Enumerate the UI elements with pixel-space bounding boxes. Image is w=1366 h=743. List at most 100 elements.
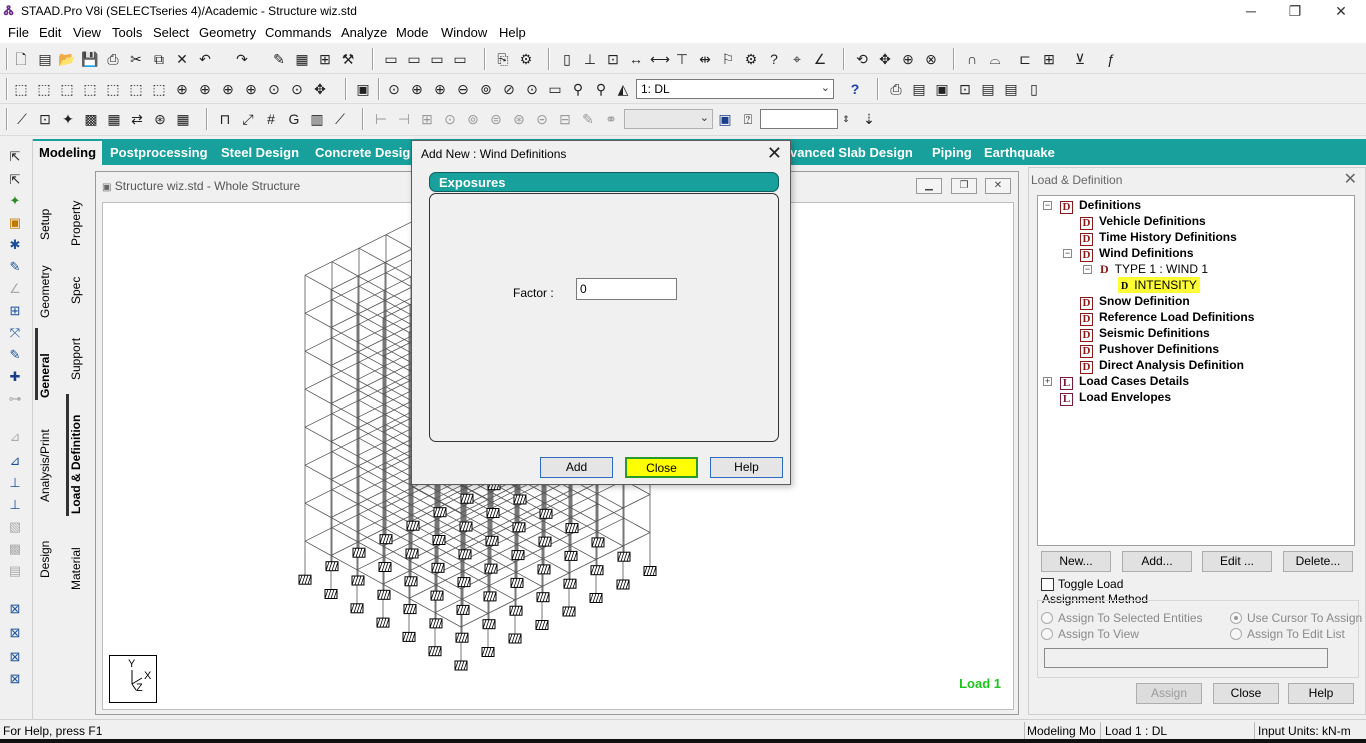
dialog-close-icon[interactable]: ✕ bbox=[767, 143, 782, 164]
tab-steel-design[interactable]: Steel Design bbox=[215, 141, 305, 165]
exposures-header[interactable]: Exposures bbox=[429, 172, 779, 192]
view-iso-icon[interactable]: ⬚ bbox=[150, 80, 168, 98]
assign-button[interactable]: Assign bbox=[1136, 683, 1202, 704]
new-file-icon[interactable]: 🗋 bbox=[12, 50, 30, 68]
tree-load-cases[interactable]: L Load Cases Details bbox=[1060, 373, 1189, 390]
tab-postprocessing[interactable]: Postprocessing bbox=[104, 141, 214, 165]
vtab-load-definition[interactable]: Load & Definition bbox=[69, 394, 89, 514]
tree-vehicle[interactable]: D Vehicle Definitions bbox=[1080, 213, 1206, 230]
expand-load-cases-icon[interactable]: + bbox=[1043, 377, 1052, 386]
filter-icon[interactable]: ⊻ bbox=[1071, 50, 1089, 68]
select-all-icon[interactable]: ▦ bbox=[105, 110, 123, 128]
load-case-select[interactable]: 1: DL ⌄ bbox=[636, 79, 834, 99]
zoom-out-icon[interactable]: ⊖ bbox=[454, 80, 472, 98]
zoom-in-icon[interactable]: ⊕ bbox=[431, 80, 449, 98]
page-setup-icon[interactable]: ▯ bbox=[558, 50, 576, 68]
tag-tool-icon[interactable]: ⊠ bbox=[6, 649, 24, 667]
add-beam-icon[interactable]: ⤢ bbox=[239, 110, 257, 128]
split-icon[interactable]: ⊶ bbox=[6, 391, 24, 409]
zoom-window-icon[interactable]: ⊙ bbox=[385, 80, 403, 98]
plate-add-icon[interactable]: ▥ bbox=[308, 110, 326, 128]
delete-button[interactable]: Delete... bbox=[1283, 551, 1353, 572]
clipboard-icon[interactable]: ⎘ bbox=[494, 50, 512, 68]
cursor-beam-icon[interactable]: ⇱ bbox=[6, 172, 24, 190]
cut-icon[interactable]: ✂ bbox=[127, 50, 145, 68]
tree-intensity[interactable]: D INTENSITY bbox=[1118, 277, 1200, 293]
tab-modeling[interactable]: Modeling bbox=[33, 141, 103, 165]
graph-icon[interactable]: ⊢ bbox=[372, 110, 390, 128]
contour-icon[interactable]: ⊟ bbox=[556, 110, 574, 128]
tab-earthquake[interactable]: Earthquake bbox=[978, 141, 1061, 165]
add-node-icon[interactable]: ✚ bbox=[6, 369, 24, 387]
tree-definitions[interactable]: D Definitions bbox=[1060, 197, 1141, 214]
report-save-icon[interactable]: ▭ bbox=[428, 50, 446, 68]
whats-this-icon[interactable]: ? bbox=[765, 50, 783, 68]
snap-node-icon[interactable]: ⊓ bbox=[216, 110, 234, 128]
zoom-icon[interactable]: ⊕ bbox=[899, 50, 917, 68]
panel-close-button[interactable]: Close bbox=[1213, 683, 1279, 704]
menu-file[interactable]: File bbox=[8, 25, 29, 40]
spin-right-icon[interactable]: ⊙ bbox=[288, 80, 306, 98]
help-box-icon[interactable]: ⍰ bbox=[739, 110, 757, 128]
cursor-bridge-icon[interactable]: ⌓ bbox=[986, 50, 1004, 68]
moment-icon[interactable]: ⊞ bbox=[418, 110, 436, 128]
link-icon[interactable]: ⚭ bbox=[602, 110, 620, 128]
assign-selected-radio[interactable] bbox=[1041, 612, 1053, 624]
tree-seismic[interactable]: D Seismic Definitions bbox=[1080, 325, 1210, 342]
pan-view-icon[interactable]: ▭ bbox=[546, 80, 564, 98]
vtab-support[interactable]: Support bbox=[69, 320, 89, 380]
report-print-icon[interactable]: ▭ bbox=[451, 50, 469, 68]
property-tool-icon[interactable]: ▩ bbox=[6, 541, 24, 559]
close-window-button[interactable]: ✕ bbox=[1318, 0, 1364, 22]
scale-input[interactable] bbox=[760, 109, 838, 129]
view-left-icon[interactable]: ⬚ bbox=[58, 80, 76, 98]
vtab-spec[interactable]: Spec bbox=[69, 260, 89, 304]
toggle-load-checkbox[interactable] bbox=[1041, 578, 1054, 591]
vtab-material[interactable]: Material bbox=[69, 526, 89, 590]
new-structure-icon[interactable]: ▤ bbox=[36, 50, 54, 68]
tree-time-history[interactable]: D Time History Definitions bbox=[1080, 229, 1237, 246]
vtab-setup[interactable]: Setup bbox=[38, 180, 58, 240]
cursor-plate-icon[interactable]: ✦ bbox=[6, 193, 24, 211]
rotate-up-icon[interactable]: ⊕ bbox=[173, 80, 191, 98]
close-button[interactable]: Close bbox=[625, 457, 698, 478]
export-icon[interactable]: ▣ bbox=[933, 80, 951, 98]
span-icon[interactable]: ⇹ bbox=[696, 50, 714, 68]
menu-select[interactable]: Select bbox=[153, 25, 189, 40]
zoom-all-icon[interactable]: ⊚ bbox=[477, 80, 495, 98]
animation-icon[interactable]: ⊝ bbox=[533, 110, 551, 128]
page-icon[interactable]: ▯ bbox=[1025, 80, 1043, 98]
new-button[interactable]: New... bbox=[1041, 551, 1111, 572]
select-solid-icon[interactable]: ▩ bbox=[82, 110, 100, 128]
tree-direct[interactable]: D Direct Analysis Definition bbox=[1080, 357, 1244, 374]
cursor-node-icon[interactable]: ⇱ bbox=[6, 149, 24, 167]
edit-input-icon[interactable]: ✎ bbox=[270, 50, 288, 68]
vtab-geometry[interactable]: Geometry bbox=[38, 248, 58, 318]
tree-envelopes[interactable]: L Load Envelopes bbox=[1060, 389, 1171, 406]
zoom-dynamic-icon[interactable]: ⊕ bbox=[408, 80, 426, 98]
settings-icon[interactable]: ⚙ bbox=[517, 50, 535, 68]
help-icon[interactable]: ? bbox=[846, 80, 864, 98]
view-back-icon[interactable]: ⬚ bbox=[35, 80, 53, 98]
undo-icon[interactable]: ↶ bbox=[196, 50, 214, 68]
view-top-icon[interactable]: ⬚ bbox=[104, 80, 122, 98]
pan-icon[interactable]: ✥ bbox=[876, 50, 894, 68]
hammer-icon[interactable]: ⚒ bbox=[339, 50, 357, 68]
select-plate-icon[interactable]: ✦ bbox=[59, 110, 77, 128]
grid-snap-icon[interactable]: # bbox=[262, 110, 280, 128]
snap-tool-icon[interactable]: ✎ bbox=[6, 347, 24, 365]
vtab-property[interactable]: Property bbox=[69, 182, 89, 246]
menu-edit[interactable]: Edit bbox=[39, 25, 61, 40]
mode-shape-icon[interactable]: ⊛ bbox=[510, 110, 528, 128]
load-color-icon[interactable]: ◭ bbox=[614, 80, 632, 98]
select-beam-icon[interactable]: ⟋ bbox=[13, 110, 31, 128]
report-icon[interactable]: ▭ bbox=[382, 50, 400, 68]
grid-tool-icon[interactable]: ⊞ bbox=[6, 303, 24, 321]
tab-advanced-slab-design[interactable]: vanced Slab Design bbox=[784, 141, 919, 165]
beam-tool-icon[interactable]: ⊥ bbox=[6, 475, 24, 493]
tree-wind[interactable]: D Wind Definitions bbox=[1080, 245, 1194, 262]
factor-input[interactable] bbox=[576, 278, 677, 300]
view-front-icon[interactable]: ⬚ bbox=[12, 80, 30, 98]
print-preview-icon[interactable]: ▤ bbox=[910, 80, 928, 98]
beam-graph-icon[interactable]: ⊣ bbox=[395, 110, 413, 128]
